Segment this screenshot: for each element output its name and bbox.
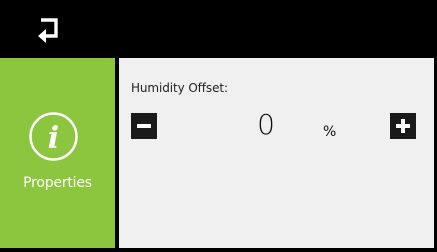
top-bar [0,0,437,58]
settings-panel: Humidity Offset: 0 % [119,58,434,248]
unit-label: % [323,124,337,140]
increment-button[interactable] [390,113,416,139]
decrement-button[interactable] [131,113,157,139]
humidity-offset-label: Humidity Offset: [131,81,228,95]
info-circle-icon: i [29,112,78,161]
return-arrow-icon [38,18,58,43]
minus-icon [137,124,151,128]
sidebar-item-label: Properties [23,175,92,191]
humidity-offset-value: 0 [257,108,275,141]
sidebar: i Properties [0,58,115,248]
app-frame: i Properties Humidity Offset: 0 % [0,0,437,252]
svg-text:i: i [48,121,59,156]
back-button[interactable] [30,10,70,48]
plus-icon [396,119,410,133]
